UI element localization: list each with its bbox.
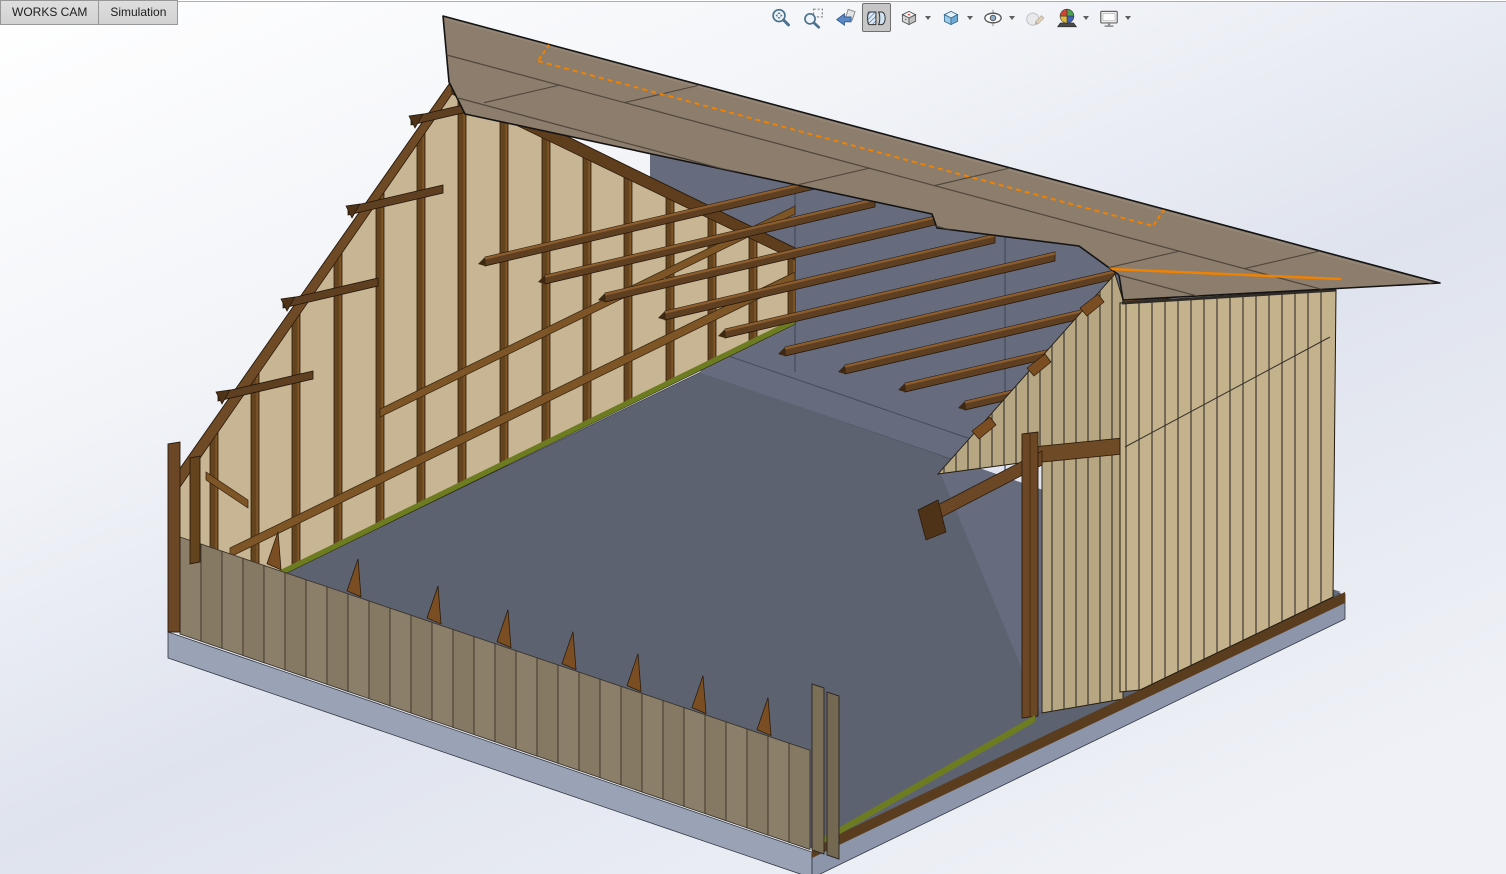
- application-window: WORKS CAM Simulation: [0, 0, 1506, 874]
- heads-up-view-toolbar: [766, 3, 1133, 32]
- graphics-area[interactable]: [0, 2, 1506, 874]
- apply-scene-button[interactable]: [1052, 3, 1081, 32]
- view-orientation-button[interactable]: [894, 3, 923, 32]
- edit-appearance-button[interactable]: [1020, 3, 1049, 32]
- apply-scene-dropdown-arrow[interactable]: [1083, 16, 1089, 20]
- tab-simulation[interactable]: Simulation: [99, 0, 178, 25]
- zoom-to-area-icon: [802, 7, 824, 29]
- zoom-to-area-button[interactable]: [798, 3, 827, 32]
- section-view-button[interactable]: [862, 3, 891, 32]
- display-style-dropdown-arrow[interactable]: [967, 16, 973, 20]
- apply-scene-icon: [1056, 7, 1078, 29]
- zoom-to-fit-button[interactable]: [766, 3, 795, 32]
- previous-view-button[interactable]: [830, 3, 859, 32]
- previous-view-icon: [834, 7, 856, 29]
- display-style-button[interactable]: [936, 3, 965, 32]
- view-settings-button[interactable]: [1094, 3, 1123, 32]
- view-settings-icon: [1098, 7, 1120, 29]
- view-settings-dropdown-arrow[interactable]: [1125, 16, 1131, 20]
- display-style-icon: [940, 7, 962, 29]
- edit-appearance-icon: [1024, 7, 1046, 29]
- view-orientation-dropdown-arrow[interactable]: [925, 16, 931, 20]
- view-orientation-icon: [898, 7, 920, 29]
- zoom-to-fit-icon: [770, 7, 792, 29]
- section-view-icon: [866, 7, 888, 29]
- hide-show-items-icon: [982, 7, 1004, 29]
- tab-solidworks-cam[interactable]: WORKS CAM: [0, 0, 99, 25]
- command-manager-tabs: WORKS CAM Simulation: [0, 0, 178, 25]
- hide-show-items-dropdown-arrow[interactable]: [1009, 16, 1015, 20]
- hide-show-items-button[interactable]: [978, 3, 1007, 32]
